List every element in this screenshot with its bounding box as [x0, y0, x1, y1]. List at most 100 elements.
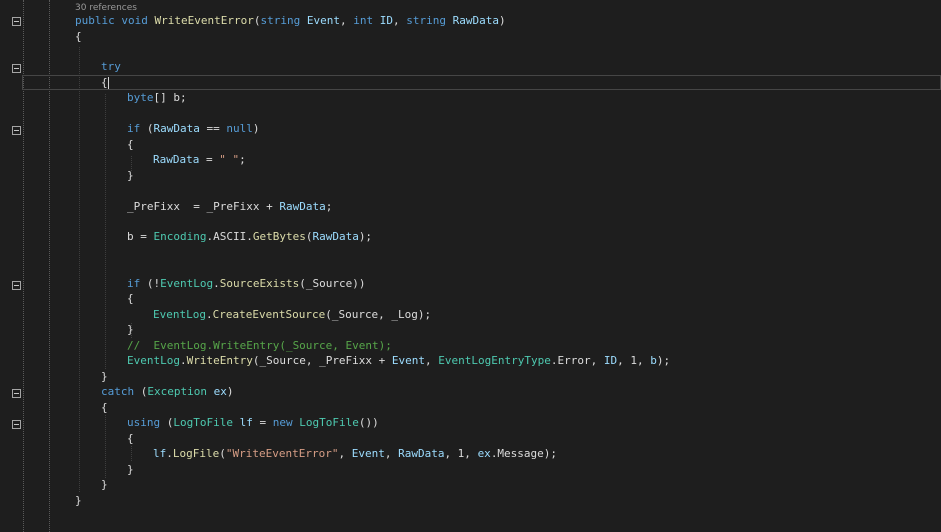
code-token: Exception	[147, 385, 207, 398]
indent-guide	[105, 415, 106, 478]
code-line[interactable]: lf.LogFile("WriteEventError", Event, Raw…	[153, 446, 557, 461]
code-line[interactable]: EventLog.CreateEventSource(_Source, _Log…	[153, 307, 431, 322]
code-line[interactable]: {	[127, 137, 134, 152]
code-line[interactable]: using (LogToFile lf = new LogToFile())	[127, 415, 379, 430]
code-token: RawData	[153, 122, 200, 135]
code-token: .	[179, 354, 187, 367]
code-token: [] b;	[153, 91, 187, 104]
code-token: {	[127, 432, 134, 445]
code-token: EventLog	[127, 354, 180, 367]
code-line[interactable]: if (RawData == null)	[127, 121, 259, 136]
code-token: string	[260, 14, 301, 27]
code-token: Encoding	[153, 230, 207, 243]
code-token: ,	[425, 354, 439, 367]
code-token: {	[127, 292, 134, 305]
code-line[interactable]: {	[127, 291, 134, 306]
code-token: ())	[358, 416, 379, 429]
code-line[interactable]: {	[75, 29, 82, 44]
code-token: RawData	[398, 447, 445, 460]
code-token: ID	[379, 14, 393, 27]
code-token: if	[127, 277, 141, 290]
code-line[interactable]: {	[127, 431, 134, 446]
code-token: )	[498, 14, 506, 27]
collapse-catch-icon[interactable]	[12, 389, 21, 398]
code-line[interactable]: _PreFixx = _PreFixx + RawData;	[127, 199, 332, 214]
code-token: (	[134, 385, 148, 398]
code-token: WriteEntry	[186, 354, 253, 367]
code-token: lf	[239, 416, 253, 429]
code-token: ,	[339, 14, 354, 27]
code-token: ex	[477, 447, 491, 460]
code-token: ;	[325, 200, 333, 213]
code-line[interactable]: EventLog.WriteEntry(_Source, _PreFixx + …	[127, 353, 670, 368]
code-line[interactable]: b = Encoding.ASCII.GetBytes(RawData);	[127, 229, 372, 244]
code-token: Event	[391, 354, 426, 367]
code-token: catch	[101, 385, 135, 398]
code-token: (	[140, 122, 154, 135]
code-token: byte	[127, 91, 154, 104]
code-token: (_Source, _PreFixx +	[252, 354, 392, 367]
indent-guide	[105, 94, 106, 369]
code-token: using	[127, 416, 161, 429]
code-token: "WriteEventError"	[225, 447, 339, 460]
code-line[interactable]: public void WriteEventError(string Event…	[75, 13, 506, 28]
code-token: RawData	[452, 14, 499, 27]
code-token: )	[252, 122, 260, 135]
code-token: (!	[140, 277, 161, 290]
code-line[interactable]: }	[75, 493, 82, 508]
code-token: }	[127, 169, 134, 182]
code-token: .Message);	[490, 447, 558, 460]
code-token: ex	[213, 385, 227, 398]
code-line[interactable]: try	[101, 59, 121, 74]
code-token: {	[101, 401, 108, 414]
code-editor[interactable]: 30 references public void WriteEventErro…	[0, 0, 941, 532]
code-token: WriteEventError	[154, 14, 254, 27]
code-line[interactable]: RawData = " ";	[153, 152, 246, 167]
code-token: .	[205, 308, 213, 321]
codelens-references[interactable]: 30 references	[75, 3, 137, 13]
code-token: b	[650, 354, 657, 367]
code-token: ;	[239, 153, 246, 166]
collapse-if-icon[interactable]	[12, 281, 21, 290]
code-token: GetBytes	[252, 230, 306, 243]
code-token: ID	[603, 354, 618, 367]
code-token: try	[101, 60, 121, 73]
collapse-if-icon[interactable]	[12, 126, 21, 135]
code-token: ==	[199, 122, 227, 135]
code-token: RawData	[279, 200, 326, 213]
code-token: public	[75, 14, 115, 27]
code-token: }	[101, 370, 108, 383]
collapse-try-icon[interactable]	[12, 64, 21, 73]
code-token: // EventLog.WriteEntry(_Source, Event);	[127, 339, 392, 352]
code-line[interactable]: // EventLog.WriteEntry(_Source, Event);	[127, 338, 392, 353]
code-line[interactable]: }	[101, 477, 108, 492]
code-line[interactable]: }	[127, 462, 134, 477]
code-line[interactable]: if (!EventLog.SourceExists(_Source))	[127, 276, 365, 291]
code-token: Event	[306, 14, 340, 27]
code-token: LogFile	[172, 447, 220, 460]
text-caret	[108, 77, 109, 89]
code-token: );	[358, 230, 373, 243]
current-line-highlight	[22, 75, 941, 90]
code-line[interactable]: catch (Exception ex)	[101, 384, 233, 399]
code-line[interactable]: }	[127, 168, 134, 183]
collapse-using-icon[interactable]	[12, 420, 21, 429]
code-line[interactable]: }	[101, 369, 108, 384]
code-token: SourceExists	[219, 277, 300, 290]
code-token: EventLog	[160, 277, 214, 290]
indent-guide	[79, 47, 80, 492]
code-token: .	[166, 447, 173, 460]
code-line[interactable]: byte[] b;	[127, 90, 187, 105]
code-token: }	[127, 463, 134, 476]
code-token: }	[75, 494, 82, 507]
code-line[interactable]: {	[101, 75, 108, 90]
code-token: LogToFile	[173, 416, 233, 429]
indent-guide	[131, 446, 132, 461]
collapse-method-icon[interactable]	[12, 17, 21, 26]
code-line[interactable]: }	[127, 322, 134, 337]
code-line[interactable]: {	[101, 400, 108, 415]
